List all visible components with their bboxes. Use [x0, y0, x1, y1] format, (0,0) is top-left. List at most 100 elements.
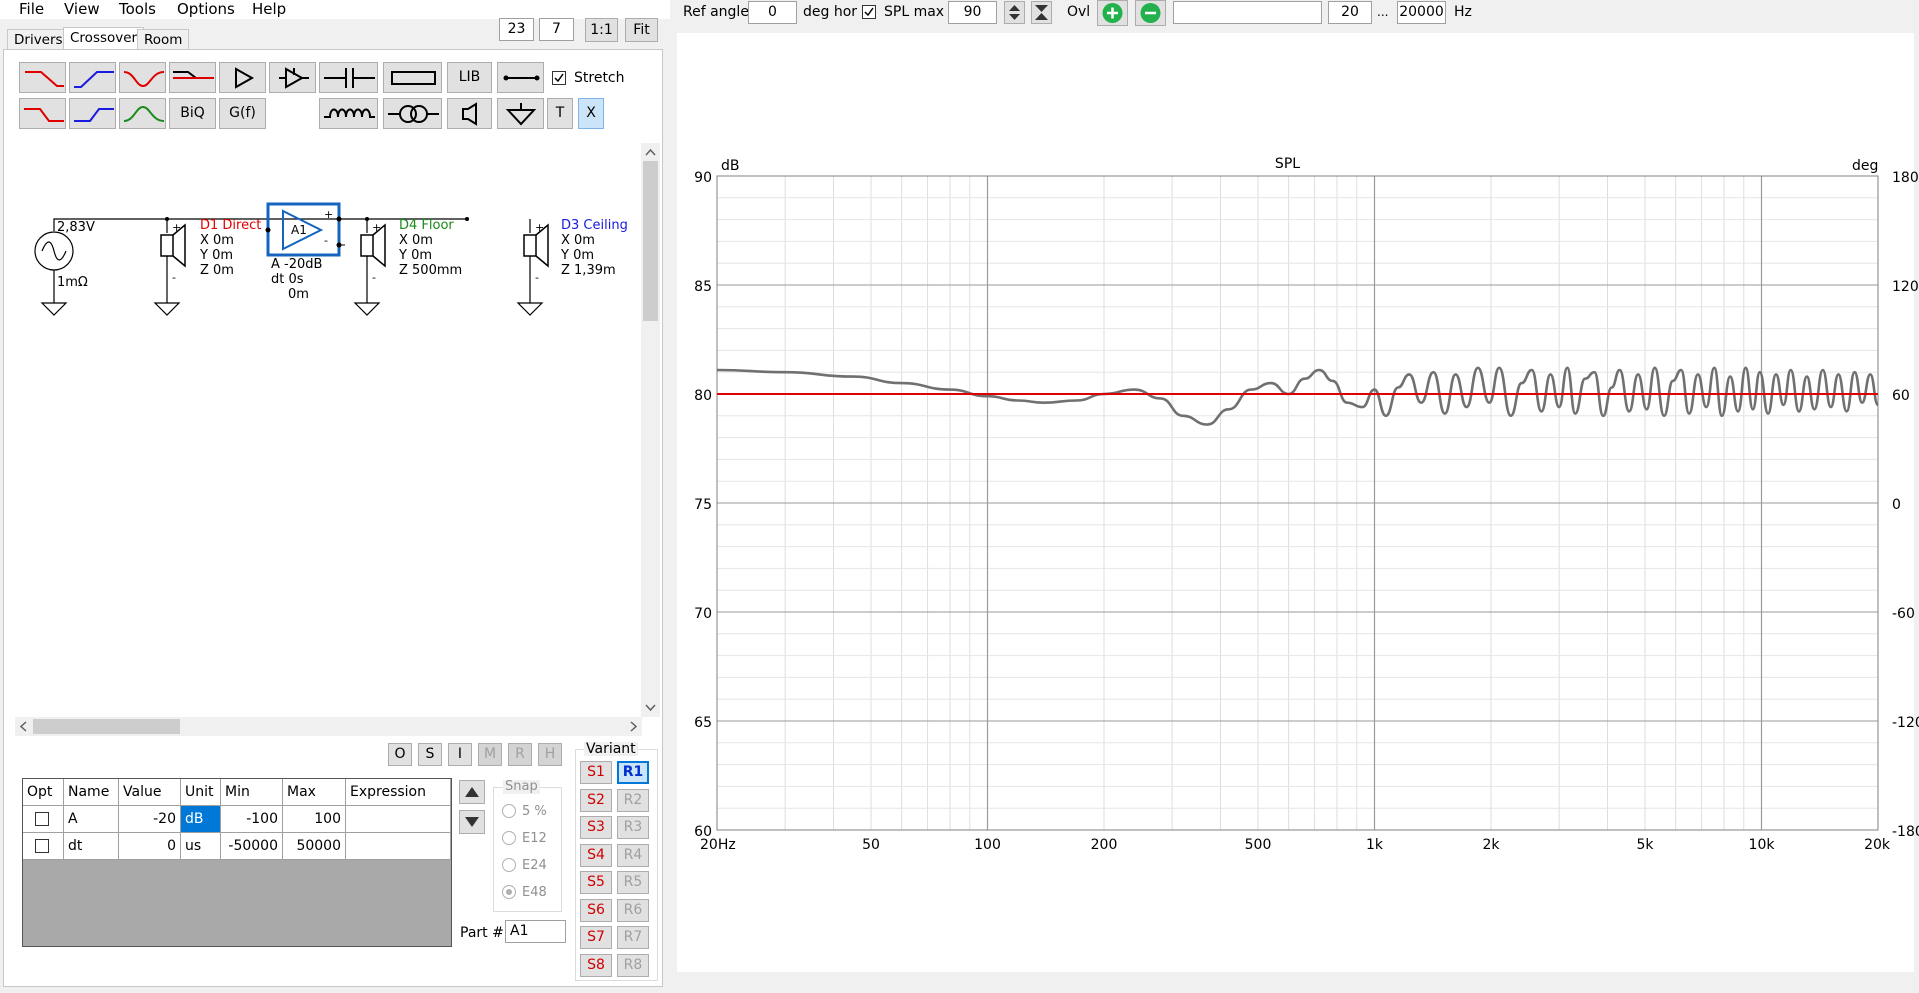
d4-name[interactable]: D4 Floor [399, 219, 454, 233]
variant-s8-button[interactable]: S8 [580, 953, 612, 977]
d1-name[interactable]: D1 Direct [200, 219, 261, 233]
shelf-tool[interactable] [169, 62, 216, 93]
table-row-a-min[interactable]: -100 [221, 806, 283, 833]
wire-tool[interactable] [497, 62, 544, 93]
variant-s5-button[interactable]: S5 [580, 871, 612, 894]
variant-r2-button[interactable]: R2 [617, 788, 649, 812]
table-row-a-value[interactable]: -20 [119, 806, 181, 833]
notch-tool[interactable] [119, 62, 166, 93]
table-row-dt-max[interactable]: 50000 [283, 833, 346, 860]
zoom-1to1-button[interactable]: 1:1 [585, 18, 618, 42]
grid-x-field[interactable]: 23 [499, 18, 534, 41]
spl-max-checkbox[interactable] [862, 5, 876, 19]
snap-option-e24[interactable]: E24 [502, 858, 547, 874]
capacitor-tool[interactable] [319, 62, 378, 93]
amplifier-tool[interactable] [219, 62, 266, 93]
transformer-tool[interactable] [383, 98, 442, 129]
opt-checkbox[interactable] [35, 839, 49, 853]
text-tool[interactable]: T [547, 98, 573, 129]
i-button[interactable]: I [448, 743, 472, 766]
col-header-name[interactable]: Name [64, 779, 119, 806]
schematic-vertical-scrollbar[interactable] [641, 143, 660, 717]
d3-name[interactable]: D3 Ceiling [561, 219, 628, 233]
tab-room[interactable]: Room [137, 29, 190, 50]
menu-file[interactable]: File [19, 0, 44, 18]
col-header-opt[interactable]: Opt [23, 779, 64, 806]
table-row-dt-expression[interactable] [346, 833, 451, 860]
spl-graph-panel[interactable]: 20Hz 50 100 200 500 1k 2k 5k 10k 20k 90 85 80 75 70 65 6… [677, 33, 1919, 972]
ground-tool[interactable] [497, 98, 544, 129]
lowpass-red-tool[interactable] [19, 62, 66, 93]
move-up-button[interactable] [459, 780, 485, 804]
variant-s6-button[interactable]: S6 [580, 898, 612, 922]
variant-s2-button[interactable]: S2 [580, 788, 612, 812]
variant-r6-button[interactable]: R6 [617, 898, 649, 922]
table-row-dt-name[interactable]: dt [64, 833, 119, 860]
tab-drivers[interactable]: Drivers [7, 29, 70, 50]
variant-r5-button[interactable]: R5 [617, 871, 649, 894]
table-row-a-expression[interactable] [346, 806, 451, 833]
menu-tools[interactable]: Tools [119, 0, 156, 18]
col-header-min[interactable]: Min [221, 779, 283, 806]
opt-checkbox[interactable] [35, 812, 49, 826]
vertical-scroll-thumb[interactable] [643, 161, 658, 321]
amp-a1-label[interactable]: A1 [291, 223, 307, 237]
snap-option-e12[interactable]: E12 [502, 831, 547, 847]
table-row-dt-value[interactable]: 0 [119, 833, 181, 860]
menu-options[interactable]: Options [177, 0, 235, 18]
variant-r3-button[interactable]: R3 [617, 816, 649, 839]
library-tool[interactable]: LIB [447, 62, 492, 93]
table-row-dt-unit[interactable]: us [181, 833, 221, 860]
tab-crossover[interactable]: Crossover [63, 27, 145, 51]
peak-tool[interactable] [119, 98, 166, 129]
s-button[interactable]: S [418, 743, 442, 766]
spl-max-collapse-button[interactable] [1031, 1, 1052, 24]
zoom-out-button[interactable] [1135, 0, 1166, 26]
zoom-fit-button[interactable]: Fit [625, 18, 658, 42]
snap-option-5pct[interactable]: 5 % [502, 804, 547, 820]
resistor-tool[interactable] [383, 62, 442, 93]
menu-help[interactable]: Help [252, 0, 286, 18]
schematic-canvas[interactable]: + - + - + - + - 2,83V 1mΩ D1 Direct X 0m Y 0… [15, 143, 642, 717]
spl-max-field[interactable]: 90 [948, 1, 997, 24]
grid-y-field[interactable]: 7 [539, 18, 574, 41]
col-header-max[interactable]: Max [283, 779, 346, 806]
part-number-field[interactable]: A1 [505, 920, 566, 943]
table-row-dt-min[interactable]: -50000 [221, 833, 283, 860]
variant-s4-button[interactable]: S4 [580, 843, 612, 867]
menu-view[interactable]: View [64, 0, 100, 18]
variant-r4-button[interactable]: R4 [617, 843, 649, 867]
stretch-checkbox[interactable] [552, 71, 566, 85]
variant-s1-button[interactable]: S1 [580, 761, 612, 784]
table-row-a-max[interactable]: 100 [283, 806, 346, 833]
col-header-unit[interactable]: Unit [181, 779, 221, 806]
summing-amp-tool[interactable] [269, 62, 316, 93]
h-button[interactable]: H [538, 743, 562, 766]
snap-option-e48[interactable]: E48 [502, 885, 547, 901]
table-row-a-unit[interactable]: dB [181, 806, 221, 833]
r-button[interactable]: R [508, 743, 532, 766]
move-down-button[interactable] [459, 810, 485, 834]
variant-r7-button[interactable]: R7 [617, 926, 649, 949]
variant-r1-button[interactable]: R1 [617, 761, 649, 784]
transfer-function-tool[interactable]: G(f) [219, 98, 266, 129]
variant-r8-button[interactable]: R8 [617, 953, 649, 977]
variant-s7-button[interactable]: S7 [580, 926, 612, 949]
variant-s3-button[interactable]: S3 [580, 816, 612, 839]
graph-text-field[interactable] [1173, 1, 1322, 24]
m-button[interactable]: M [478, 743, 502, 766]
highpass-blue-tool[interactable] [69, 62, 116, 93]
inductor-tool[interactable] [319, 98, 378, 129]
spl-max-spinner[interactable] [1004, 1, 1025, 24]
o-button[interactable]: O [388, 743, 412, 766]
freq-max-field[interactable]: 20000 [1397, 1, 1446, 24]
zoom-in-button[interactable] [1097, 0, 1128, 26]
highpass2-tool[interactable] [69, 98, 116, 129]
freq-min-field[interactable]: 20 [1328, 1, 1372, 24]
schematic-horizontal-scrollbar[interactable] [15, 717, 642, 736]
horizontal-scroll-thumb[interactable] [33, 719, 180, 734]
biquad-tool[interactable]: BiQ [169, 98, 216, 129]
col-header-value[interactable]: Value [119, 779, 181, 806]
ref-angle-field[interactable]: 0 [748, 1, 797, 24]
table-row-a-name[interactable]: A [64, 806, 119, 833]
